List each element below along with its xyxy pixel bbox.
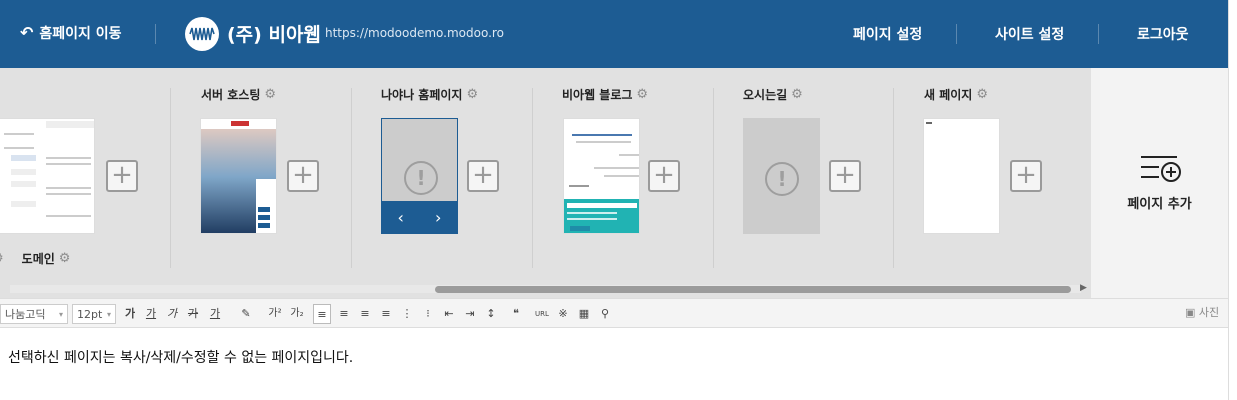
table-icon[interactable]: ▦ xyxy=(575,304,593,324)
numbered-list-icon[interactable]: ⋮ xyxy=(398,304,416,324)
align-left-icon[interactable]: ≡ xyxy=(313,304,331,324)
header-divider xyxy=(956,24,957,44)
add-page-button[interactable]: 페이지 추가 xyxy=(1091,68,1228,298)
gear-icon[interactable]: ⚙ xyxy=(976,87,988,102)
editor-message: 선택하신 페이지는 복사/삭제/수정할 수 없는 페이지입니다. xyxy=(8,350,354,366)
add-after-button[interactable]: + xyxy=(106,160,138,192)
page-item-new-page[interactable]: 새 페이지 ⚙ + xyxy=(894,68,1091,268)
warning-icon: ! xyxy=(765,162,799,196)
back-arrow-icon: ↶ xyxy=(20,23,34,42)
align-center-icon[interactable]: ≡ xyxy=(335,304,353,324)
top-header: ↶ 홈페이지 이동 (주) 비아웹 https://modoodemo.modo… xyxy=(0,0,1228,68)
page-title: 비아웹 블로그 ⚙ xyxy=(562,87,649,102)
home-link-label: 홈페이지 이동 xyxy=(39,26,122,42)
page-item-blog[interactable]: 비아웹 블로그 ⚙ + xyxy=(533,68,713,268)
page-thumbnail[interactable] xyxy=(563,118,640,234)
superscript-button[interactable]: 가² xyxy=(266,304,284,324)
strikethrough-button[interactable]: 가 xyxy=(184,304,202,324)
bullet-list-icon[interactable]: ⁝ xyxy=(419,304,437,324)
page-title: 나야나 홈페이지 ⚙ xyxy=(381,87,479,102)
font-select[interactable]: 나눔고딕 ▾ xyxy=(0,304,68,324)
add-page-icon xyxy=(1141,156,1181,182)
home-link[interactable]: ↶ 홈페이지 이동 xyxy=(20,23,122,43)
company-name: (주) 비아웹 xyxy=(227,24,321,46)
outdent-icon[interactable]: ⇤ xyxy=(440,304,458,324)
scroll-thumb[interactable] xyxy=(435,286,1071,293)
link-button[interactable]: URL xyxy=(532,304,552,324)
gear-icon[interactable]: ⚙ xyxy=(791,87,803,102)
page-item-directions[interactable]: 오시는길 ⚙ ! + xyxy=(714,68,894,268)
page-item-server-hosting[interactable]: 서버 호스팅 ⚙ + xyxy=(171,68,351,268)
horizontal-scrollbar[interactable]: ▶ xyxy=(0,283,1091,295)
line-height-icon[interactable]: ↕ xyxy=(482,304,500,324)
scroll-right-icon[interactable]: ▶ xyxy=(1080,283,1087,293)
add-after-button[interactable]: + xyxy=(287,160,319,192)
add-after-button[interactable]: + xyxy=(648,160,680,192)
page-title: 서버 호스팅 ⚙ xyxy=(201,87,277,102)
page-thumbnail[interactable] xyxy=(923,118,1000,234)
page-strip: + ⚙ 도메인 ⚙ 서버 호스팅⚙ + xyxy=(0,68,1228,298)
add-page-label: 페이지 추가 xyxy=(1127,197,1192,212)
highlight-icon[interactable]: ✎ xyxy=(237,304,255,324)
page-thumbnail[interactable] xyxy=(200,118,277,234)
underline-button[interactable]: 가 xyxy=(142,304,160,324)
photo-button[interactable]: ▣ 사진 xyxy=(1185,304,1219,320)
site-settings-link[interactable]: 사이트 설정 xyxy=(995,24,1064,44)
add-after-button[interactable]: + xyxy=(1010,160,1042,192)
search-icon[interactable]: ⚲ xyxy=(596,304,614,324)
gear-icon[interactable]: ⚙ xyxy=(466,87,478,102)
gear-icon[interactable]: ⚙ xyxy=(0,251,4,266)
subscript-button[interactable]: 가₂ xyxy=(288,304,306,324)
add-after-button[interactable]: + xyxy=(829,160,861,192)
quote-icon[interactable]: ❝ xyxy=(507,304,525,324)
logout-link[interactable]: 로그아웃 xyxy=(1137,24,1189,44)
bold-button[interactable]: 가 xyxy=(121,304,139,324)
window-edge xyxy=(1228,0,1237,400)
gear-icon[interactable]: ⚙ xyxy=(636,87,648,102)
page-thumbnail[interactable]: ! xyxy=(743,118,820,234)
camera-icon: ▣ xyxy=(1185,306,1196,319)
warning-icon: ! xyxy=(404,161,438,195)
font-color-button[interactable]: 가 xyxy=(206,304,224,324)
next-arrow-icon[interactable]: › xyxy=(435,208,441,227)
align-right-icon[interactable]: ≡ xyxy=(356,304,374,324)
align-justify-icon[interactable]: ≡ xyxy=(377,304,395,324)
gear-icon[interactable]: ⚙ xyxy=(59,251,71,266)
page-title: 새 페이지 ⚙ xyxy=(924,87,988,102)
company-logo xyxy=(185,17,219,51)
special-char-icon[interactable]: ※ xyxy=(554,304,572,324)
page-settings-link[interactable]: 페이지 설정 xyxy=(853,24,922,44)
header-divider xyxy=(155,24,156,44)
italic-button[interactable]: 가 xyxy=(163,304,181,324)
page-thumbnail-selected[interactable]: ! ‹ › xyxy=(381,118,458,234)
indent-icon[interactable]: ⇥ xyxy=(461,304,479,324)
add-after-button[interactable]: + xyxy=(467,160,499,192)
font-size-select[interactable]: 12pt ▾ xyxy=(72,304,116,324)
page-item-domain[interactable]: + ⚙ 도메인 ⚙ xyxy=(0,68,170,268)
site-url[interactable]: https://modoodemo.modoo.ro xyxy=(325,26,504,40)
page-title: 오시는길 ⚙ xyxy=(743,87,803,102)
page-item-nayana[interactable]: 나야나 홈페이지 ⚙ ! ‹ › + xyxy=(352,68,532,268)
gear-icon[interactable]: ⚙ xyxy=(264,87,276,102)
prev-arrow-icon[interactable]: ‹ xyxy=(398,208,404,227)
header-divider xyxy=(1098,24,1099,44)
thumbnail-nav: ‹ › xyxy=(382,201,457,233)
editor-toolbar: 나눔고딕 ▾ 12pt ▾ 가 가 가 가 가 ✎ 가² 가₂ ≡ ≡ ≡ ≡ ⋮ … xyxy=(0,298,1228,328)
page-title: ⚙ 도메인 ⚙ xyxy=(0,250,70,267)
page-thumbnail[interactable] xyxy=(0,118,95,234)
